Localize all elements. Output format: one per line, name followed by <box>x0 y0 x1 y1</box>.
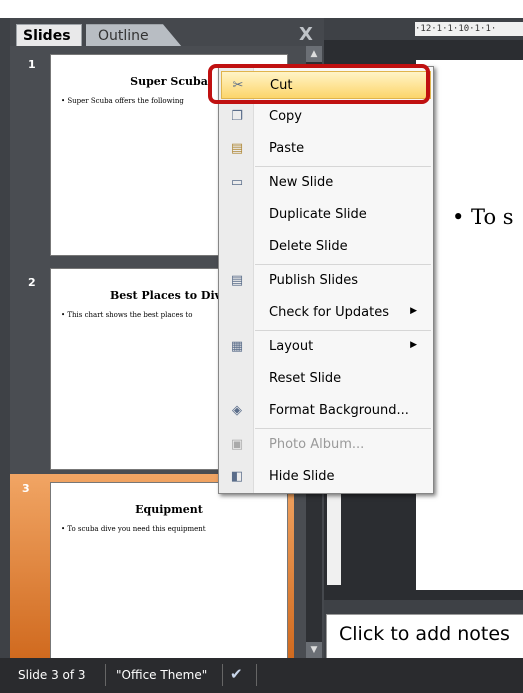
theme-status[interactable]: "Office Theme" <box>116 668 207 682</box>
slide-number: 3 <box>22 482 30 495</box>
menu-item-publish-slides[interactable]: ▤ Publish Slides <box>221 267 431 295</box>
menu-item-copy[interactable]: ❐ Copy <box>221 103 431 131</box>
tab-outline[interactable]: Outline <box>86 24 182 47</box>
vertical-ruler: ·1·1·8·1·1· <box>327 485 341 585</box>
menu-item-photo-album: ▣ Photo Album... <box>221 431 431 459</box>
slide-position-status: Slide 3 of 3 <box>18 668 86 682</box>
scroll-down-icon[interactable]: ▼ <box>306 642 322 658</box>
layout-icon: ▦ <box>230 339 244 354</box>
horizontal-ruler: ·12·1·1·10·1·1· <box>415 22 523 36</box>
menu-item-new-slide[interactable]: ▭ New Slide <box>221 169 431 197</box>
slide-thumbnail-title: Equipment <box>135 503 203 516</box>
paste-icon: ▤ <box>230 141 244 156</box>
highlight-annotation <box>208 64 430 104</box>
status-separator <box>105 664 106 686</box>
menu-item-reset-slide[interactable]: Reset Slide <box>221 365 431 393</box>
copy-icon: ❐ <box>231 109 243 124</box>
submenu-arrow-icon: ▶ <box>410 340 417 350</box>
menu-separator <box>255 330 431 331</box>
status-bar: Slide 3 of 3 "Office Theme" ✔ <box>0 658 523 693</box>
menu-separator <box>255 264 431 265</box>
window-top-strip <box>0 0 523 18</box>
notes-pane[interactable]: Click to add notes <box>326 614 523 660</box>
menu-item-label: Delete Slide <box>269 239 348 254</box>
menu-item-label: Duplicate Slide <box>269 207 367 222</box>
menu-item-label: Publish Slides <box>269 273 358 288</box>
menu-item-check-for-updates[interactable]: Check for Updates ▶ <box>221 299 431 327</box>
menu-item-label: New Slide <box>269 175 334 190</box>
tab-slides[interactable]: Slides <box>16 24 82 47</box>
slide-body-text[interactable]: • To s <box>452 205 514 229</box>
menu-item-label: Layout <box>269 339 314 354</box>
menu-item-label: Paste <box>269 141 305 156</box>
close-pane-icon[interactable]: X <box>296 24 316 46</box>
menu-item-label: Photo Album... <box>269 437 365 452</box>
menu-item-label: Reset Slide <box>269 371 342 386</box>
hide-slide-icon: ◧ <box>230 469 244 484</box>
menu-item-hide-slide[interactable]: ◧ Hide Slide <box>221 463 431 491</box>
slide-thumbnail-3[interactable]: 3 Equipment • To scuba dive you need thi… <box>10 474 294 684</box>
slide-thumbnail-preview: Equipment • To scuba dive you need this … <box>50 482 288 684</box>
menu-item-label: Hide Slide <box>269 469 335 484</box>
status-separator <box>222 664 223 686</box>
menu-item-label: Format Background... <box>269 403 409 418</box>
menu-item-format-background[interactable]: ◈ Format Background... <box>221 397 431 425</box>
scroll-up-icon[interactable]: ▲ <box>306 46 322 62</box>
menu-separator <box>255 166 431 167</box>
status-separator <box>256 664 257 686</box>
format-background-icon: ◈ <box>232 403 242 418</box>
publish-slides-icon: ▤ <box>230 273 244 288</box>
menu-item-paste[interactable]: ▤ Paste <box>221 135 431 163</box>
notes-placeholder: Click to add notes <box>339 623 510 645</box>
new-slide-icon: ▭ <box>230 175 244 190</box>
spellcheck-icon[interactable]: ✔ <box>230 665 243 683</box>
menu-item-label: Check for Updates <box>269 305 389 320</box>
menu-item-layout[interactable]: ▦ Layout ▶ <box>221 333 431 361</box>
slide-thumbnail-bullet: • To scuba dive you need this equipment <box>61 525 206 533</box>
photo-album-icon: ▣ <box>230 437 244 452</box>
menu-item-delete-slide[interactable]: Delete Slide <box>221 233 431 261</box>
context-menu: ✂ Cut ❐ Copy ▤ Paste ▭ New Slide Duplica… <box>218 66 434 494</box>
menu-item-label: Copy <box>269 109 302 124</box>
menu-item-duplicate-slide[interactable]: Duplicate Slide <box>221 201 431 229</box>
menu-separator <box>255 428 431 429</box>
submenu-arrow-icon: ▶ <box>410 306 417 316</box>
